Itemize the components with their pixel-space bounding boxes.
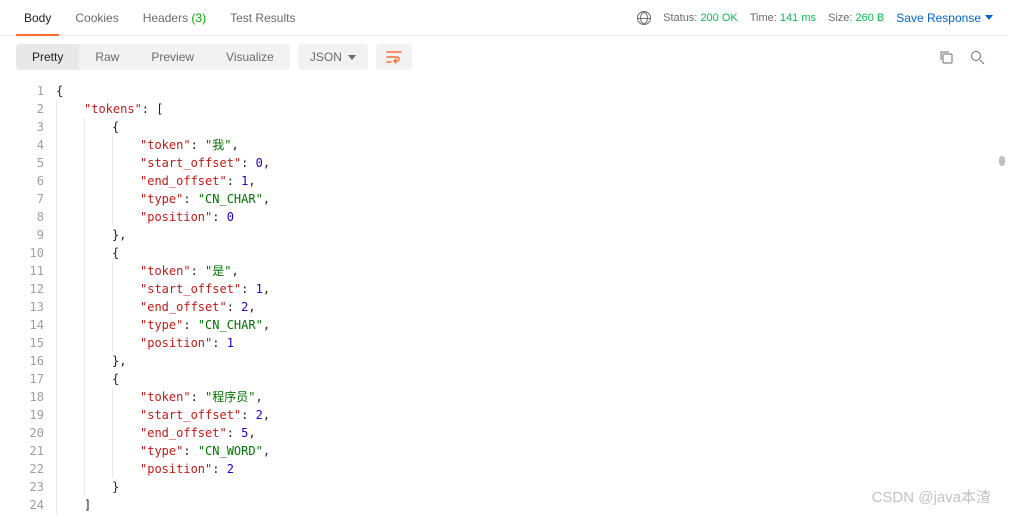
scrollbar-thumb[interactable] xyxy=(999,156,1005,166)
tab-cookies[interactable]: Cookies xyxy=(67,0,126,36)
chevron-down-icon xyxy=(348,55,356,60)
chevron-down-icon xyxy=(985,15,993,20)
tab-test-results[interactable]: Test Results xyxy=(222,0,303,36)
time-label: Time: xyxy=(750,12,777,24)
save-response-label: Save Response xyxy=(896,11,981,25)
search-icon xyxy=(970,50,985,65)
tab-body[interactable]: Body xyxy=(16,0,59,36)
tab-headers-count: (3) xyxy=(191,11,206,25)
globe-icon[interactable] xyxy=(637,11,651,25)
line-number-gutter: 123456789101112131415161718192021222324 xyxy=(0,78,56,508)
view-tab-preview[interactable]: Preview xyxy=(135,44,210,70)
format-dropdown-label: JSON xyxy=(310,50,342,64)
tab-headers[interactable]: Headers (3) xyxy=(135,0,214,36)
time-value: 141 ms xyxy=(780,12,816,24)
code-content[interactable]: {"tokens": [{"token": "我","start_offset"… xyxy=(56,78,1009,508)
view-tab-pretty[interactable]: Pretty xyxy=(16,44,79,70)
tab-headers-label: Headers xyxy=(143,11,188,25)
format-dropdown[interactable]: JSON xyxy=(298,44,368,70)
response-toolbar: Pretty Raw Preview Visualize JSON xyxy=(0,36,1009,78)
view-mode-tabs: Pretty Raw Preview Visualize xyxy=(16,44,290,70)
size-label: Size: xyxy=(828,12,852,24)
view-tab-raw[interactable]: Raw xyxy=(79,44,135,70)
response-tabs: Body Cookies Headers (3) Test Results St… xyxy=(0,0,1009,36)
save-response-button[interactable]: Save Response xyxy=(896,11,993,25)
wrap-icon xyxy=(386,50,402,64)
search-button[interactable] xyxy=(970,50,985,65)
status-label: Status: xyxy=(663,12,697,24)
status-value: 200 OK xyxy=(700,12,737,24)
response-body-editor[interactable]: 123456789101112131415161718192021222324 … xyxy=(0,78,1009,508)
copy-icon xyxy=(939,50,954,65)
size-value: 260 B xyxy=(856,12,885,24)
wrap-lines-button[interactable] xyxy=(376,44,412,70)
copy-button[interactable] xyxy=(939,50,954,65)
status-bar: Status: 200 OK Time: 141 ms Size: 260 B xyxy=(663,12,884,24)
view-tab-visualize[interactable]: Visualize xyxy=(210,44,290,70)
